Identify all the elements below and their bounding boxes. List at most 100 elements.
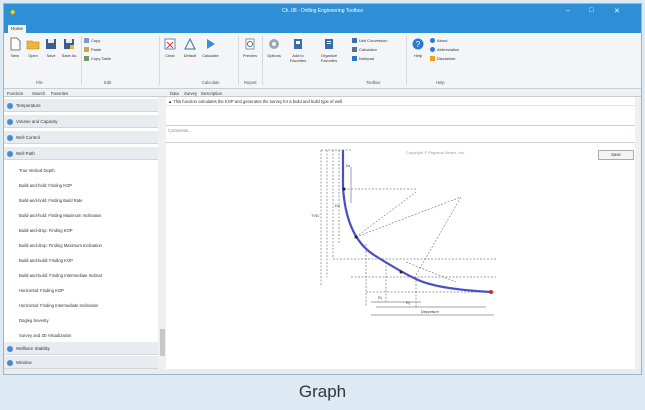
- abbreviation-label: Abbreviation: [437, 47, 460, 52]
- sidebar-item-survey-3d[interactable]: Survey and 3D Visualization: [4, 328, 158, 343]
- svg-text:?: ?: [416, 40, 421, 49]
- sidebar-item-bh-build-rate[interactable]: Build-and-hold: Finding Build Rate: [4, 193, 158, 208]
- preview-button[interactable]: Preview: [242, 37, 258, 58]
- eob-point: [354, 235, 358, 239]
- tab-function[interactable]: Function: [7, 91, 23, 96]
- group-help: Help: [436, 80, 445, 85]
- new-file-icon: [8, 37, 22, 51]
- help-icon: ?: [411, 37, 425, 51]
- sidebar-item-bb-kop[interactable]: Build-and-build: Finding KOP: [4, 253, 158, 268]
- tab-search[interactable]: Search: [32, 91, 45, 96]
- unit-conversion-button[interactable]: Unit Conversion: [352, 38, 387, 44]
- about-button[interactable]: About: [430, 38, 448, 44]
- preview-label: Preview: [242, 53, 258, 58]
- organize-favorites-label: Organize Favorites: [320, 53, 338, 63]
- sidebar-item-bh-kop[interactable]: Build-and-hold: Finding KOP: [4, 178, 158, 193]
- options-button[interactable]: Options: [266, 37, 282, 58]
- content-scrollbar[interactable]: [635, 97, 641, 369]
- group-toolbox: Toolbox: [366, 80, 381, 85]
- abbreviation-button[interactable]: Abbreviation: [430, 47, 460, 53]
- departure-label: Departure: [421, 309, 440, 314]
- notepad-label: Notepad: [359, 56, 375, 61]
- category-window[interactable]: Window: [4, 356, 158, 369]
- category-well-control[interactable]: Well Control: [4, 131, 158, 144]
- category-label: Temperature: [16, 103, 41, 108]
- sidebar-scroll-thumb[interactable]: [160, 329, 165, 356]
- copy-button[interactable]: Copy: [84, 38, 101, 44]
- panel-tab-row: Function Search Favorites Data Survey De…: [4, 89, 641, 97]
- paste-icon: [84, 47, 89, 53]
- kop-point: [342, 187, 346, 191]
- save-button[interactable]: Save: [598, 150, 634, 160]
- sidebar-item-bd-kop[interactable]: Build-and-drop: Finding KOP: [4, 223, 158, 238]
- open-button[interactable]: Open: [25, 37, 41, 58]
- copy-table-label: Copy Table: [91, 56, 111, 61]
- calculate-button[interactable]: Calculate: [202, 37, 219, 58]
- comments-box[interactable]: Comments...: [166, 125, 641, 143]
- copy-label: Copy: [91, 38, 101, 43]
- maximize-button[interactable]: □: [589, 7, 593, 14]
- group-edit: Edit: [104, 80, 112, 85]
- sidebar-item-true-vertical-depth[interactable]: True Vertical Depth: [4, 163, 158, 178]
- tvd-label: TVD: [311, 213, 319, 218]
- expand-icon: [7, 103, 13, 109]
- caption: Graph: [298, 382, 347, 401]
- category-temperature[interactable]: Temperature: [4, 99, 158, 112]
- new-button[interactable]: New: [7, 37, 23, 58]
- paste-label: Paste: [91, 47, 102, 52]
- tab-home[interactable]: Home: [8, 25, 26, 33]
- notepad-button[interactable]: Notepad: [352, 56, 375, 62]
- default-button[interactable]: Default: [182, 37, 198, 58]
- sidebar-item-bb-intermediate-inclination[interactable]: Build-and-build: Finding Intermediate In…: [4, 268, 158, 283]
- about-label: About: [437, 38, 448, 43]
- clear-label: Clear: [165, 53, 175, 58]
- sidebar-item-horizontal-intermediate[interactable]: Horizontal: Finding Intermediate Inclina…: [4, 298, 158, 313]
- save-as-button[interactable]: Save As: [61, 37, 77, 58]
- category-label: Wellbore Stability: [16, 346, 50, 351]
- close-button[interactable]: ✕: [614, 7, 620, 15]
- organize-favorites-button[interactable]: Organize Favorites: [316, 37, 342, 63]
- ribbon-tab-row: Home: [4, 23, 641, 33]
- tab-favorites[interactable]: Favorites: [51, 91, 68, 96]
- save-ribbon-button[interactable]: Save: [43, 37, 59, 58]
- category-well-path[interactable]: Well Path: [4, 147, 158, 160]
- dv-label: Dv: [335, 203, 340, 208]
- category-volume-and-capacity[interactable]: Volume and Capacity: [4, 115, 158, 128]
- well-path-curve: [341, 150, 492, 294]
- calculator-button[interactable]: Calculator: [352, 47, 378, 53]
- add-favorite-icon: [291, 37, 305, 51]
- disclaimer-label: Disclaimer: [437, 56, 456, 61]
- default-label: Default: [183, 53, 197, 58]
- description-text: This function calculates the KOP and gen…: [173, 99, 344, 104]
- tab-description[interactable]: Description: [201, 91, 222, 96]
- expand-icon: [7, 135, 13, 141]
- collapse-icon: [7, 151, 13, 157]
- sidebar-item-dogleg-severity[interactable]: Dogleg Severity: [4, 313, 158, 328]
- category-label: Well Path: [16, 151, 35, 156]
- disclaimer-button[interactable]: Disclaimer: [430, 56, 456, 62]
- preview-icon: [243, 37, 257, 51]
- sidebar-item-bh-max-inclination[interactable]: Build-and-hold: Finding Maximum Inclinat…: [4, 208, 158, 223]
- about-icon: [430, 38, 435, 44]
- expand-icon: [7, 119, 13, 125]
- help-label: Help: [413, 53, 423, 58]
- category-wellbore-stability[interactable]: Wellbore Stability: [4, 342, 158, 355]
- tab-survey[interactable]: Survey: [184, 91, 197, 96]
- window-title: Ch. 08 - Drilling Engineering Toolbox: [281, 8, 364, 14]
- help-button[interactable]: ? Help: [410, 37, 426, 58]
- clear-button[interactable]: Clear: [162, 37, 178, 58]
- app-window: ◆ Ch. 08 - Drilling Engineering Toolbox …: [3, 3, 642, 375]
- paste-button[interactable]: Paste: [84, 47, 102, 53]
- calculator-label: Calculator: [359, 47, 378, 52]
- open-label: Open: [28, 53, 38, 58]
- add-to-favorites-button[interactable]: Add to Favorites: [288, 37, 308, 63]
- copy-table-button[interactable]: Copy Table: [84, 56, 111, 62]
- tab-data[interactable]: Data: [170, 91, 179, 96]
- unit-conversion-icon: [352, 38, 357, 44]
- minimize-button[interactable]: –: [566, 7, 570, 14]
- sidebar-item-bd-max-inclination[interactable]: Build-and-drop: Finding Maximum Inclinat…: [4, 238, 158, 253]
- gear-icon: [267, 37, 281, 51]
- sidebar-item-horizontal-kop[interactable]: Horizontal: Finding KOP: [4, 283, 158, 298]
- add-to-favorites-label: Add to Favorites: [289, 53, 307, 63]
- copy-icon: [84, 38, 89, 44]
